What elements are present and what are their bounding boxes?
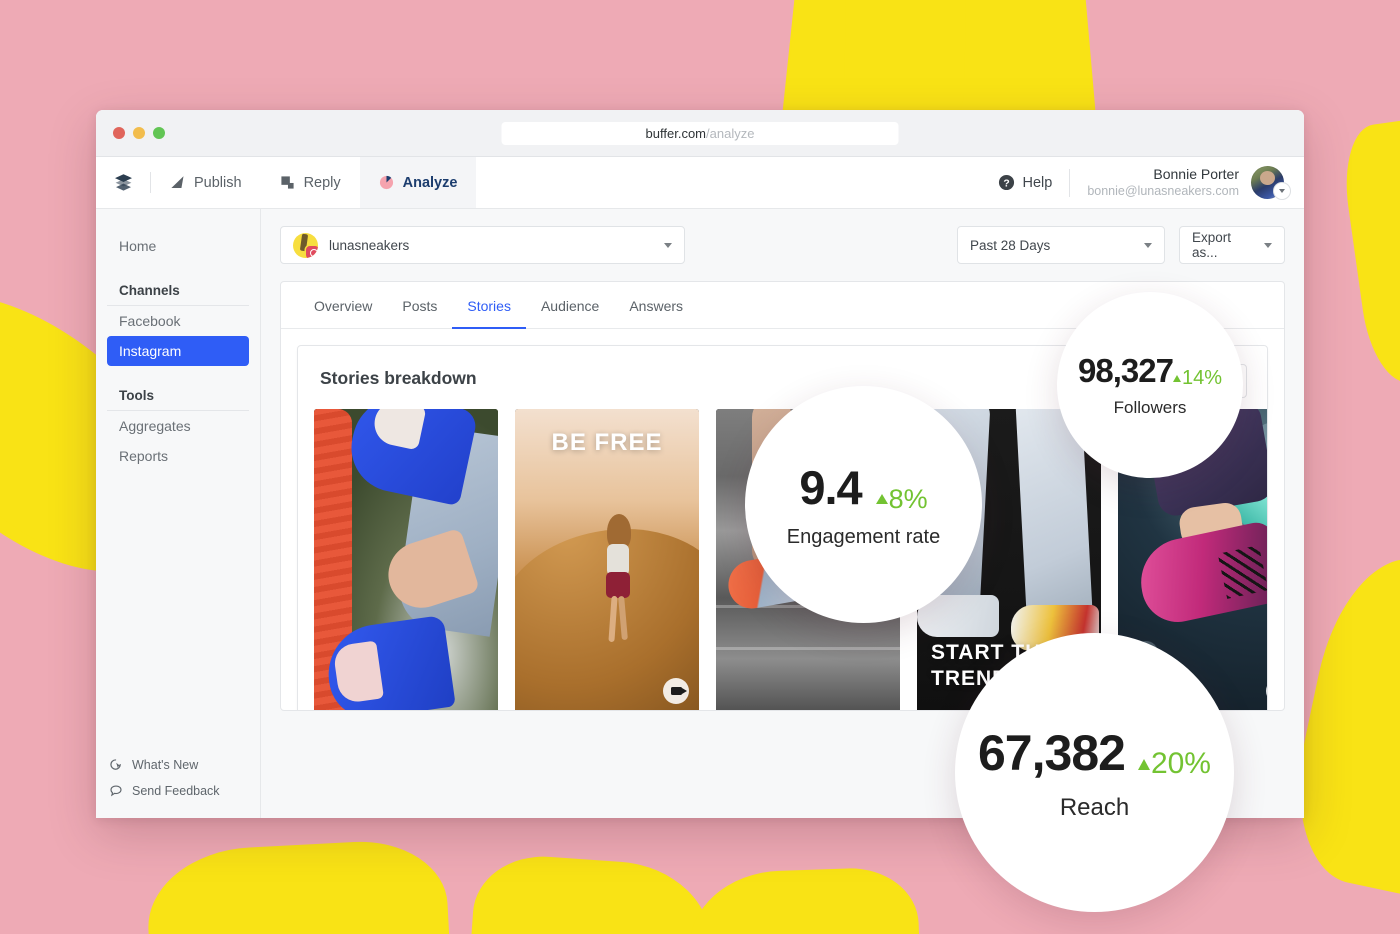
channel-name: lunasneakers — [329, 237, 410, 253]
sidebar-item-home[interactable]: Home — [107, 231, 249, 261]
nav-item-publish[interactable]: Publish — [151, 157, 261, 208]
url-host: buffer.com — [645, 125, 707, 141]
brush-stroke-right — [1337, 112, 1400, 388]
user-info[interactable]: Bonnie Porter bonnie@lunasneakers.com — [1070, 165, 1251, 199]
story-overlay-text: BE FREE — [551, 429, 663, 456]
publish-flag-icon — [170, 175, 185, 190]
user-email: bonnie@lunasneakers.com — [1087, 184, 1239, 199]
followers-delta-value: 14% — [1181, 367, 1222, 389]
date-range-selector[interactable]: Past 28 Days — [957, 226, 1165, 264]
metric-row: 9.4 8% — [799, 460, 927, 515]
browser-titlebar: buffer.com/analyze — [96, 110, 1304, 157]
buffer-logo[interactable] — [96, 157, 150, 208]
reply-inbox-icon — [280, 175, 295, 190]
tab-overview[interactable]: Overview — [299, 282, 387, 329]
help-label: Help — [1022, 174, 1053, 191]
nav-item-label: Reply — [303, 174, 341, 191]
engagement-delta-value: 8% — [888, 483, 928, 514]
close-window-button[interactable] — [113, 127, 125, 139]
brush-stroke-bottom — [686, 866, 924, 934]
metric-bubble-engagement-rate: 9.4 8% Engagement rate — [745, 386, 982, 623]
sidebar-item-send-feedback[interactable]: Send Feedback — [96, 778, 260, 804]
sidebar-item-reports[interactable]: Reports — [107, 441, 249, 471]
user-name: Bonnie Porter — [1153, 166, 1239, 183]
metric-bubble-reach: 67,382 20% Reach — [955, 633, 1234, 912]
account-menu-button[interactable] — [1274, 182, 1290, 199]
maximize-window-button[interactable] — [153, 127, 165, 139]
trend-up-icon — [1172, 375, 1181, 382]
sidebar-item-facebook[interactable]: Facebook — [107, 306, 249, 336]
help-button[interactable]: ? Help — [998, 174, 1070, 191]
address-bar[interactable]: buffer.com/analyze — [501, 121, 899, 145]
sidebar-footer-label: What's New — [132, 758, 199, 772]
engagement-value: 9.4 — [799, 461, 862, 514]
reach-delta-value: 20% — [1150, 747, 1211, 780]
sidebar-item-aggregates[interactable]: Aggregates — [107, 411, 249, 441]
trend-up-icon — [1137, 758, 1150, 770]
sidebar: Home Channels Facebook Instagram Tools A… — [96, 209, 261, 818]
engagement-delta: 8% — [875, 483, 928, 515]
cursor-pointer-icon — [109, 758, 123, 772]
url-path: /analyze — [706, 125, 755, 141]
page-background: buffer.com/analyze Publish Reply Analyze… — [0, 0, 1400, 934]
story-image-sneakers-grass — [314, 409, 498, 710]
speech-bubble-icon — [109, 784, 123, 798]
tab-audience[interactable]: Audience — [526, 282, 614, 329]
export-value: Export as... — [1192, 230, 1232, 260]
help-question-icon: ? — [998, 174, 1015, 191]
story-thumbnail[interactable] — [314, 409, 498, 710]
tab-posts[interactable]: Posts — [387, 282, 452, 329]
tab-stories[interactable]: Stories — [452, 282, 526, 329]
nav-item-analyze[interactable]: Analyze — [359, 157, 477, 208]
export-selector[interactable]: Export as... — [1179, 226, 1285, 264]
list-item[interactable]: Reach 708 Completion Rate 92.11% — [314, 409, 498, 710]
sidebar-item-whats-new[interactable]: What's New — [96, 752, 260, 778]
list-item[interactable]: BE FREE Reach 599 Completion Rate 94.98% — [515, 409, 699, 710]
channel-avatar — [293, 232, 318, 258]
nav-item-label: Analyze — [402, 174, 458, 191]
instagram-badge-icon — [306, 245, 318, 258]
reach-total-value: 67,382 — [978, 724, 1126, 781]
navbar-right-cluster: ? Help Bonnie Porter bonnie@lunasneakers… — [998, 157, 1305, 208]
engagement-label: Engagement rate — [786, 526, 941, 548]
trend-up-icon — [875, 494, 888, 504]
traffic-light-group — [113, 127, 165, 139]
followers-delta: 14% — [1172, 367, 1222, 390]
sidebar-group-heading: Tools — [107, 388, 249, 411]
followers-value: 98,327 — [1078, 352, 1174, 389]
sidebar-footer-label: Send Feedback — [132, 784, 220, 798]
analyze-pie-icon — [379, 175, 394, 190]
svg-text:?: ? — [1003, 178, 1009, 189]
channel-selector[interactable]: lunasneakers — [280, 226, 685, 264]
metric-row: 98,327 14% — [1078, 352, 1222, 390]
brush-stroke-bottom — [144, 837, 456, 934]
followers-label: Followers — [1113, 398, 1187, 417]
metric-row: 67,382 20% — [978, 724, 1211, 782]
story-thumbnail[interactable]: BE FREE — [515, 409, 699, 710]
chevron-down-icon — [664, 242, 672, 248]
app-navbar: Publish Reply Analyze ? Help Bonnie Port… — [96, 157, 1304, 209]
video-badge-icon — [663, 678, 689, 704]
sidebar-footer: What's New Send Feedback — [96, 752, 260, 804]
reach-total-label: Reach — [1059, 793, 1130, 821]
chevron-down-icon — [1144, 242, 1152, 248]
toolbar-right: Past 28 Days Export as... — [957, 226, 1285, 264]
sidebar-group-channels: Channels Facebook Instagram — [96, 283, 260, 366]
sidebar-item-instagram[interactable]: Instagram — [107, 336, 249, 366]
chevron-down-icon — [1279, 188, 1285, 193]
nav-item-label: Publish — [194, 174, 242, 191]
sidebar-group-tools: Tools Aggregates Reports — [96, 388, 260, 471]
chevron-down-icon — [1264, 242, 1272, 248]
content-toolbar: lunasneakers Past 28 Days Export as... — [261, 209, 1304, 264]
metric-bubble-followers: 98,327 14% Followers — [1057, 292, 1243, 478]
brush-stroke-bottom — [463, 851, 717, 934]
nav-item-reply[interactable]: Reply — [261, 157, 360, 208]
minimize-window-button[interactable] — [133, 127, 145, 139]
date-range-value: Past 28 Days — [970, 237, 1051, 253]
tab-answers[interactable]: Answers — [614, 282, 698, 329]
sidebar-group-heading: Channels — [107, 283, 249, 306]
reach-delta: 20% — [1137, 747, 1211, 781]
